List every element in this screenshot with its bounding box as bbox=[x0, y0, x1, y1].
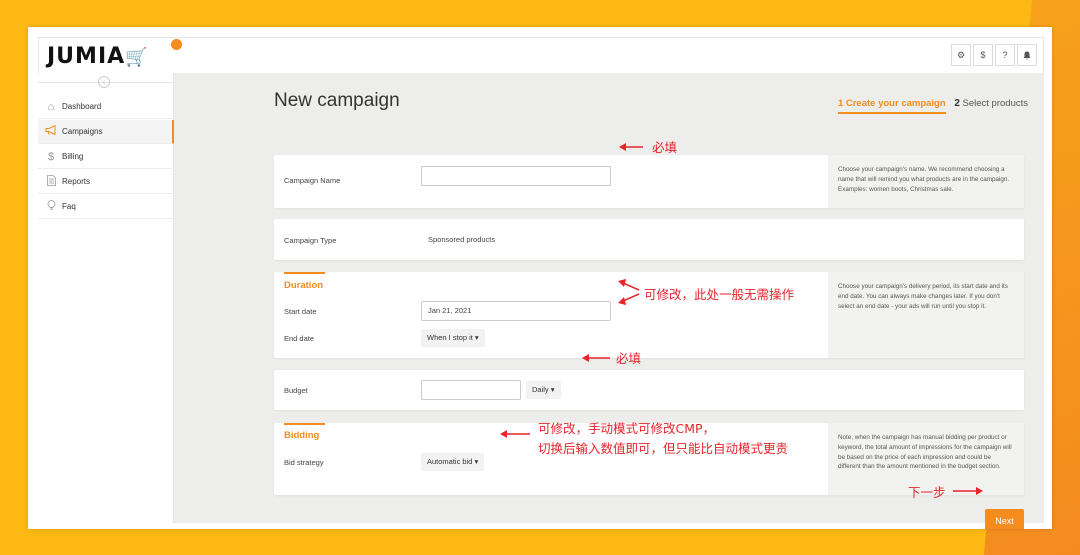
dollar-icon: $ bbox=[47, 150, 55, 163]
home-icon: ⌂ bbox=[47, 100, 55, 113]
end-date-label: End date bbox=[284, 334, 315, 343]
sidebar-item-label: Faq bbox=[62, 202, 76, 211]
help-icon[interactable]: ? bbox=[995, 44, 1015, 66]
campaign-name-input[interactable] bbox=[421, 166, 611, 186]
start-date-label: Start date bbox=[284, 307, 317, 316]
gear-icon[interactable]: ⚙ bbox=[951, 44, 971, 66]
logo-star-icon bbox=[171, 39, 182, 50]
top-bar: JUMIA🛒 ⚙ $ ? bbox=[38, 37, 1044, 73]
end-date-dropdown[interactable]: When I stop it ▾ bbox=[421, 329, 485, 347]
campaign-name-help: Choose your campaign's name. We recommen… bbox=[828, 155, 1024, 208]
sidebar-item-label: Reports bbox=[62, 177, 91, 186]
cart-icon: 🛒 bbox=[125, 47, 149, 68]
campaign-type-label: Campaign Type bbox=[284, 236, 337, 245]
start-date-input[interactable]: Jan 21, 2021 bbox=[421, 301, 611, 321]
duration-title: Duration bbox=[284, 280, 324, 291]
campaign-type-card: Campaign Type Sponsored products bbox=[274, 219, 1024, 260]
bell-icon[interactable] bbox=[1017, 44, 1037, 66]
sidebar-item-faq[interactable]: Faq bbox=[38, 195, 174, 219]
app-window: JUMIA🛒 ⚙ $ ? ‹ ⌂ Dashboard Campaigns $ B… bbox=[28, 27, 1052, 529]
annotation-next-note: 下一步 bbox=[908, 485, 946, 500]
campaign-name-label: Campaign Name bbox=[284, 176, 341, 185]
bid-strategy-dropdown[interactable]: Automatic bid ▾ bbox=[421, 453, 485, 471]
arrow-icon bbox=[500, 430, 530, 438]
top-icons: ⚙ $ ? bbox=[949, 44, 1037, 66]
bulb-icon bbox=[40, 199, 62, 214]
annotation-bidding-note-1: 可修改，手动模式可修改CMP， bbox=[538, 421, 716, 436]
sidebar-item-campaigns[interactable]: Campaigns bbox=[38, 120, 174, 144]
step-create-campaign[interactable]: 1 Create your campaign bbox=[837, 98, 946, 114]
arrow-icon bbox=[953, 487, 983, 495]
sidebar-item-dashboard[interactable]: ⌂ Dashboard bbox=[38, 95, 174, 119]
annotation-bidding-note-2: 切换后输入数值即可，但只能比自动模式更贵 bbox=[538, 441, 789, 456]
section-accent bbox=[284, 272, 325, 274]
sidebar-item-label: Dashboard bbox=[62, 102, 102, 111]
arrow-icon bbox=[619, 143, 643, 151]
sidebar-item-billing[interactable]: $ Billing bbox=[38, 145, 174, 169]
page-title: New campaign bbox=[274, 90, 400, 111]
jumia-logo[interactable]: JUMIA🛒 bbox=[47, 44, 149, 69]
budget-period-dropdown[interactable]: Daily ▾ bbox=[526, 381, 561, 399]
annotation-budget-required: 必填 bbox=[616, 351, 642, 366]
step-indicator: 1 Create your campaign 2 Select products bbox=[837, 98, 1028, 114]
campaign-name-card: Campaign Name Choose your campaign's nam… bbox=[274, 155, 1024, 208]
sidebar: ‹ ⌂ Dashboard Campaigns $ Billing Report… bbox=[38, 73, 174, 523]
step-select-products[interactable]: 2 Select products bbox=[954, 98, 1028, 109]
dollar-icon[interactable]: $ bbox=[973, 44, 993, 66]
bid-strategy-label: Bid strategy bbox=[284, 458, 324, 467]
section-accent bbox=[284, 423, 325, 425]
sidebar-item-reports[interactable]: Reports bbox=[38, 170, 174, 194]
megaphone-icon bbox=[40, 124, 62, 138]
sidebar-item-label: Campaigns bbox=[62, 127, 103, 136]
duration-help: Choose your campaign's delivery period, … bbox=[828, 272, 1024, 358]
arrow-icon bbox=[582, 354, 610, 362]
collapse-sidebar-icon[interactable]: ‹ bbox=[98, 76, 110, 88]
document-icon bbox=[40, 174, 62, 189]
annotation-duration-note: 可修改，此处一般无需操作 bbox=[644, 287, 795, 302]
next-button[interactable]: Next bbox=[985, 509, 1024, 529]
sidebar-item-label: Billing bbox=[62, 152, 84, 161]
bidding-title: Bidding bbox=[284, 430, 320, 441]
arrow-icon bbox=[618, 279, 640, 305]
annotation-name-required: 必填 bbox=[652, 140, 678, 155]
campaign-type-value: Sponsored products bbox=[428, 235, 496, 244]
budget-card: Budget Daily ▾ bbox=[274, 370, 1024, 410]
budget-input[interactable] bbox=[421, 380, 521, 400]
budget-label: Budget bbox=[284, 386, 308, 395]
